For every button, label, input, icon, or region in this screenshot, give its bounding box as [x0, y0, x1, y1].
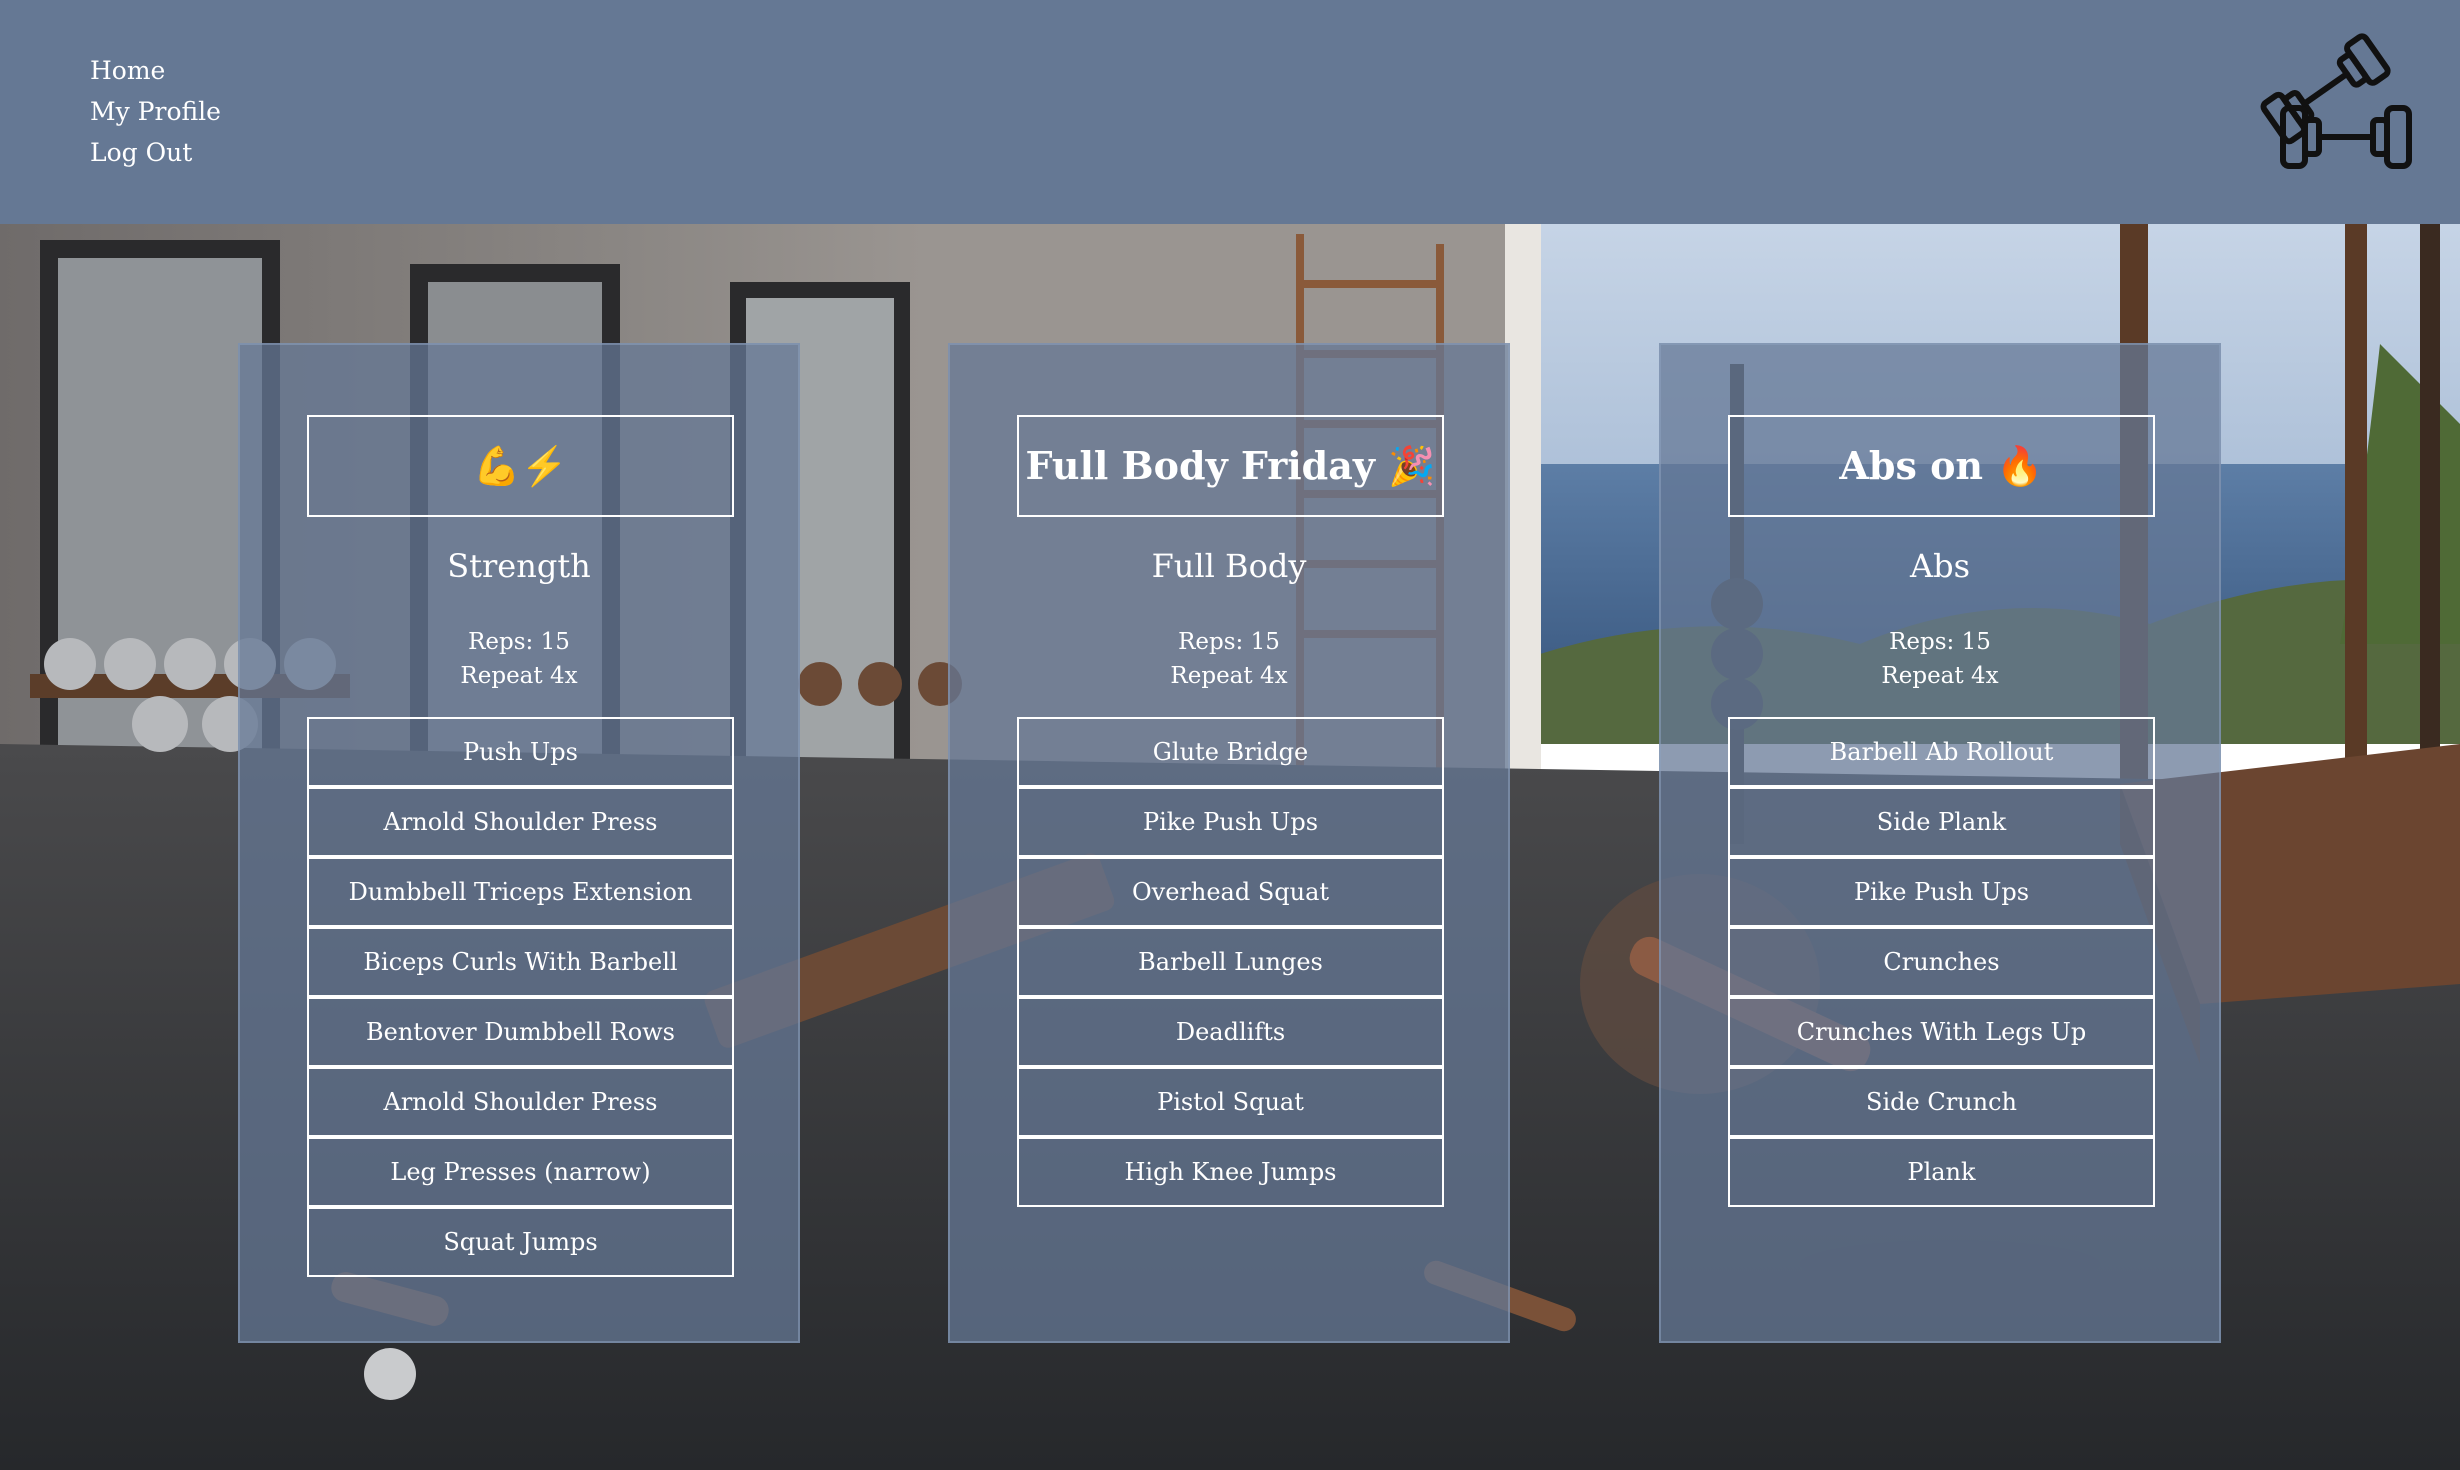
- exercise-item[interactable]: Glute Bridge: [1017, 717, 1444, 787]
- reps-text: Reps: 15: [468, 629, 570, 655]
- exercise-item[interactable]: Side Crunch: [1728, 1067, 2155, 1137]
- exercise-item[interactable]: Crunches: [1728, 927, 2155, 997]
- reps-text: Reps: 15: [1889, 629, 1991, 655]
- exercise-item[interactable]: Push Ups: [307, 717, 734, 787]
- repeat-text: Repeat 4x: [1881, 663, 1999, 689]
- exercise-item[interactable]: Arnold Shoulder Press: [307, 1067, 734, 1137]
- workout-reps-info: Reps: 15 Repeat 4x: [950, 625, 1508, 693]
- workout-category: Strength: [447, 547, 591, 585]
- exercise-item[interactable]: Arnold Shoulder Press: [307, 787, 734, 857]
- exercise-item[interactable]: Deadlifts: [1017, 997, 1444, 1067]
- workout-reps-info: Reps: 15 Repeat 4x: [240, 625, 798, 693]
- exercise-item[interactable]: Plank: [1728, 1137, 2155, 1207]
- main-nav: Home My Profile Log Out: [90, 50, 221, 173]
- exercise-item[interactable]: Squat Jumps: [307, 1207, 734, 1277]
- workout-category: Full Body: [1151, 547, 1307, 585]
- exercise-list: Glute Bridge Pike Push Ups Overhead Squa…: [1017, 717, 1444, 1207]
- workout-card-strength: 💪⚡ Strength Reps: 15 Repeat 4x Push Ups …: [238, 343, 800, 1343]
- exercise-item[interactable]: Side Plank: [1728, 787, 2155, 857]
- exercise-item[interactable]: Pike Push Ups: [1728, 857, 2155, 927]
- workout-card-abs: Abs on 🔥 Abs Reps: 15 Repeat 4x Barbell …: [1659, 343, 2221, 1343]
- repeat-text: Repeat 4x: [460, 663, 578, 689]
- exercise-item[interactable]: Pistol Squat: [1017, 1067, 1444, 1137]
- exercise-item[interactable]: Biceps Curls With Barbell: [307, 927, 734, 997]
- exercise-item[interactable]: Barbell Lunges: [1017, 927, 1444, 997]
- exercise-list: Push Ups Arnold Shoulder Press Dumbbell …: [307, 717, 734, 1277]
- workout-reps-info: Reps: 15 Repeat 4x: [1661, 625, 2219, 693]
- repeat-text: Repeat 4x: [1170, 663, 1288, 689]
- exercise-item[interactable]: High Knee Jumps: [1017, 1137, 1444, 1207]
- exercise-item[interactable]: Leg Presses (narrow): [307, 1137, 734, 1207]
- top-header: Home My Profile Log Out: [0, 0, 2460, 224]
- nav-log-out-link[interactable]: Log Out: [90, 132, 221, 173]
- exercise-item[interactable]: Pike Push Ups: [1017, 787, 1444, 857]
- exercise-item[interactable]: Overhead Squat: [1017, 857, 1444, 927]
- workout-title-button[interactable]: Abs on 🔥: [1728, 415, 2155, 517]
- exercise-item[interactable]: Crunches With Legs Up: [1728, 997, 2155, 1067]
- dumbbells-icon[interactable]: [2255, 28, 2425, 173]
- exercise-item[interactable]: Bentover Dumbbell Rows: [307, 997, 734, 1067]
- workout-title-button[interactable]: 💪⚡: [307, 415, 734, 517]
- workout-title-button[interactable]: Full Body Friday 🎉: [1017, 415, 1444, 517]
- exercise-list: Barbell Ab Rollout Side Plank Pike Push …: [1728, 717, 2155, 1207]
- exercise-item[interactable]: Barbell Ab Rollout: [1728, 717, 2155, 787]
- nav-home-link[interactable]: Home: [90, 50, 221, 91]
- reps-text: Reps: 15: [1178, 629, 1280, 655]
- exercise-item[interactable]: Dumbbell Triceps Extension: [307, 857, 734, 927]
- nav-my-profile-link[interactable]: My Profile: [90, 91, 221, 132]
- workout-card-full-body: Full Body Friday 🎉 Full Body Reps: 15 Re…: [948, 343, 1510, 1343]
- workout-category: Abs: [1909, 547, 1970, 585]
